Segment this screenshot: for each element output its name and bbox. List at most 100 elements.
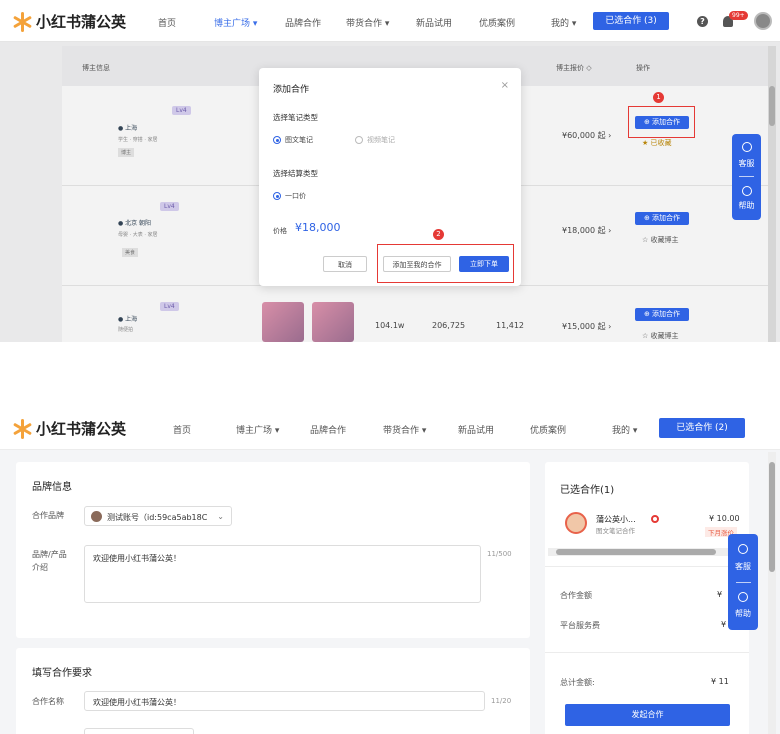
highlight-box-2 <box>377 244 514 283</box>
float-divider <box>735 582 751 583</box>
modal-title: 添加合作 <box>273 85 310 95</box>
blogger-avatar[interactable] <box>565 512 587 534</box>
next-field[interactable] <box>84 728 194 734</box>
radio-image-note-label[interactable]: 图文笔记 <box>285 135 313 145</box>
dandelion-logo-icon <box>12 418 32 439</box>
nav-sales-coop[interactable]: 带货合作 ▾ <box>346 16 389 29</box>
brand-select[interactable]: 测试账号（id:59ca5ab18C ⌄ <box>84 506 232 526</box>
chevron-down-icon: ⌄ <box>217 512 224 521</box>
favorited-toggle[interactable]: ★ 已收藏 <box>642 138 672 148</box>
fans-count: 104.1w <box>375 321 405 330</box>
nav-mine[interactable]: 我的 ▾ <box>551 16 576 29</box>
top-nav: 小红书蒲公英 首页 博主广场 ▾ 品牌合作 带货合作 ▾ 新品试用 优质案例 我… <box>0 0 780 42</box>
avatar[interactable] <box>754 12 772 30</box>
note-thumbnail[interactable] <box>262 302 304 342</box>
engagement-count: 11,412 <box>496 321 524 330</box>
nav-brand-coop[interactable]: 品牌合作 <box>310 423 346 436</box>
amount-label: 合作金额 <box>560 591 592 600</box>
help-icon[interactable]: ? <box>697 16 708 27</box>
blogger-price[interactable]: ¥15,000 起 › <box>562 321 611 332</box>
intro-textarea[interactable]: 欢迎使用小红书蒲公英！ <box>84 545 481 603</box>
coop-name-label: 合作名称 <box>32 697 64 706</box>
note-type-label: 选择笔记类型 <box>273 113 318 122</box>
nav-blogger-square[interactable]: 博主广场 ▾ <box>236 423 279 436</box>
top-nav: 小红书蒲公英 首页 博主广场 ▾ 品牌合作 带货合作 ▾ 新品试用 优质案例 我… <box>0 406 780 450</box>
nav-sales-coop[interactable]: 带货合作 ▾ <box>383 423 426 436</box>
nav-trial[interactable]: 新品试用 <box>416 16 452 29</box>
service-fee-label: 平台服务费 <box>560 621 600 630</box>
nav-home[interactable]: 首页 <box>173 423 191 436</box>
blogger-price[interactable]: ¥18,000 起 › <box>562 225 611 236</box>
remove-icon[interactable] <box>651 515 659 523</box>
close-icon[interactable]: × <box>501 80 509 91</box>
floating-service-panel: 客服 帮助 <box>732 134 761 220</box>
intro-counter: 11/500 <box>487 550 512 558</box>
requirement-card: 填写合作要求 合作名称 欢迎使用小红书蒲公英！ 11/20 <box>16 648 530 734</box>
logo[interactable]: 小红书蒲公英 <box>12 11 126 32</box>
brand-label: 合作品牌 <box>32 511 64 520</box>
nav-cases[interactable]: 优质案例 <box>530 423 566 436</box>
coop-item-name: 蒲公英小... <box>596 515 636 524</box>
service-icon[interactable] <box>741 142 752 152</box>
blogger-location[interactable]: ● 上海 <box>118 123 137 132</box>
radio-video-note-label[interactable]: 视频笔记 <box>367 135 395 145</box>
intro-label-line1: 品牌/产品 <box>32 550 67 559</box>
coop-item-type: 图文笔记合作 <box>596 527 635 535</box>
favorite-blogger-toggle[interactable]: ☆ 收藏博主 <box>642 331 679 341</box>
scrollbar-thumb[interactable] <box>769 462 775 572</box>
selected-coop-button[interactable]: 已选合作 (2) <box>659 418 745 438</box>
blogger-location[interactable]: ● 上海 <box>118 314 137 323</box>
selected-coop-title: 已选合作(1) <box>560 485 615 496</box>
coop-name-input[interactable]: 欢迎使用小红书蒲公英！ <box>84 691 485 711</box>
blogger-tags: 学生 · 穿搭 · 家居 <box>118 137 158 143</box>
coop-name-value: 欢迎使用小红书蒲公英！ <box>93 698 181 707</box>
radio-fixed-price[interactable] <box>273 192 281 200</box>
service-icon[interactable] <box>738 544 748 554</box>
requirement-title: 填写合作要求 <box>32 668 92 679</box>
help-label[interactable]: 帮助 <box>732 200 761 211</box>
dandelion-logo-icon <box>12 11 32 32</box>
horizontal-scrollbar[interactable] <box>548 548 738 556</box>
note-thumbnail[interactable] <box>312 302 354 342</box>
radio-fixed-price-label[interactable]: 一口价 <box>285 191 306 201</box>
add-cooperation-button[interactable]: ⊕ 添加合作 <box>635 308 689 321</box>
amount-value: ¥ <box>717 590 723 599</box>
coop-item-price: ¥ 10.00 <box>709 514 740 523</box>
service-label[interactable]: 客服 <box>732 158 761 169</box>
logo[interactable]: 小红书蒲公英 <box>12 418 126 439</box>
col-blogger-info: 博主信息 <box>82 64 110 72</box>
price-value: ¥18,000 <box>295 221 341 234</box>
highlight-box-1 <box>628 106 695 138</box>
blogger-price[interactable]: ¥60,000 起 › <box>562 130 611 141</box>
scrollbar-thumb[interactable] <box>769 86 775 126</box>
blogger-location[interactable]: ● 北京 朝阳 <box>118 218 151 227</box>
help-circle-icon[interactable] <box>738 592 748 602</box>
scrollbar-thumb[interactable] <box>556 549 716 555</box>
blogger-chip: 博主 <box>118 148 135 157</box>
level-tag: Lv4 <box>172 106 191 115</box>
radio-video-note[interactable] <box>355 136 363 144</box>
nav-home[interactable]: 首页 <box>158 16 176 29</box>
nav-blogger-square[interactable]: 博主广场 ▾ <box>214 16 257 29</box>
radio-image-note[interactable] <box>273 136 281 144</box>
vertical-scrollbar[interactable] <box>768 46 776 342</box>
logo-text: 小红书蒲公英 <box>36 13 127 31</box>
launch-cooperation-button[interactable]: 发起合作 <box>565 704 730 726</box>
nav-trial[interactable]: 新品试用 <box>458 423 494 436</box>
col-operation: 操作 <box>636 64 650 72</box>
col-price[interactable]: 博主报价 ◇ <box>556 63 592 73</box>
service-label[interactable]: 客服 <box>728 561 758 572</box>
divider <box>545 652 749 653</box>
nav-mine[interactable]: 我的 ▾ <box>612 423 637 436</box>
nav-cases[interactable]: 优质案例 <box>479 16 515 29</box>
brand-info-title: 品牌信息 <box>32 482 72 493</box>
vertical-scrollbar[interactable] <box>768 452 776 734</box>
favorite-blogger-toggle[interactable]: ☆ 收藏博主 <box>642 235 679 245</box>
add-cooperation-button[interactable]: ⊕ 添加合作 <box>635 212 689 225</box>
selected-coop-button[interactable]: 已选合作 (3) <box>593 12 669 30</box>
help-label[interactable]: 帮助 <box>728 608 758 619</box>
help-circle-icon[interactable] <box>741 186 752 196</box>
nav-brand-coop[interactable]: 品牌合作 <box>285 16 321 29</box>
cancel-button[interactable]: 取消 <box>323 256 367 272</box>
step-marker-1: 1 <box>653 92 664 103</box>
